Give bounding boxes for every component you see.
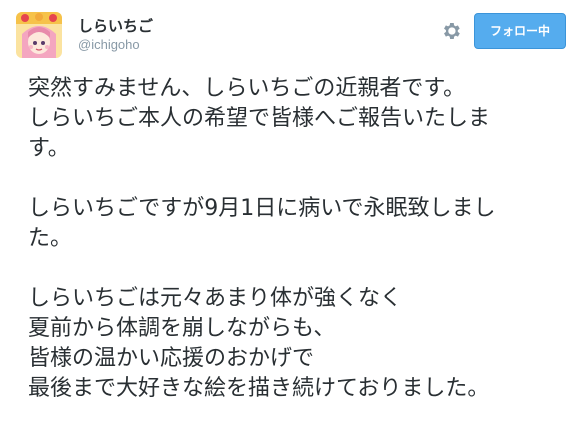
tweet-line: 突然すみません、しらいちごの近親者です。 xyxy=(28,76,466,101)
name-block: しらいちご @ichigoho xyxy=(78,16,153,54)
tweet-line: 皆様の温かい応援のおかげで xyxy=(28,346,315,371)
tweet-paragraph: しらいちごは元々あまり体が強くなく 夏前から体調を崩しながらも、 皆様の温かい応… xyxy=(28,284,568,404)
display-name[interactable]: しらいちご xyxy=(78,16,153,36)
tweet-line: 夏前から体調を崩しながらも、 xyxy=(28,316,336,341)
tweet-line: しらいちごは元々あまり体が強くなく xyxy=(28,286,403,311)
avatar-image xyxy=(16,12,62,58)
following-button[interactable]: フォロー中 xyxy=(474,13,566,49)
tweet-paragraph: 突然すみません、しらいちごの近親者です。 しらいちご本人の希望で皆様へご報告いた… xyxy=(28,74,568,164)
tweet-text: 突然すみません、しらいちごの近親者です。 しらいちご本人の希望で皆様へご報告いた… xyxy=(28,74,568,434)
tweet-line: しらいちごですが9月1日に病いで永眠致しまし xyxy=(28,196,496,221)
avatar[interactable] xyxy=(16,12,62,58)
tweet-line: す。 xyxy=(28,136,70,161)
gear-icon[interactable] xyxy=(440,20,462,42)
tweet-line: しらいちご本人の希望で皆様へご報告いたしま xyxy=(28,106,491,131)
tweet-paragraph: しらいちごですが9月1日に病いで永眠致しまし た。 xyxy=(28,194,568,254)
tweet-header: しらいちご @ichigoho フォロー中 xyxy=(16,12,566,62)
screen-name[interactable]: @ichigoho xyxy=(78,36,153,54)
tweet-line: 最後まで大好きな絵を描き続けておりました。 xyxy=(28,376,490,401)
tweet-line: た。 xyxy=(28,226,73,251)
